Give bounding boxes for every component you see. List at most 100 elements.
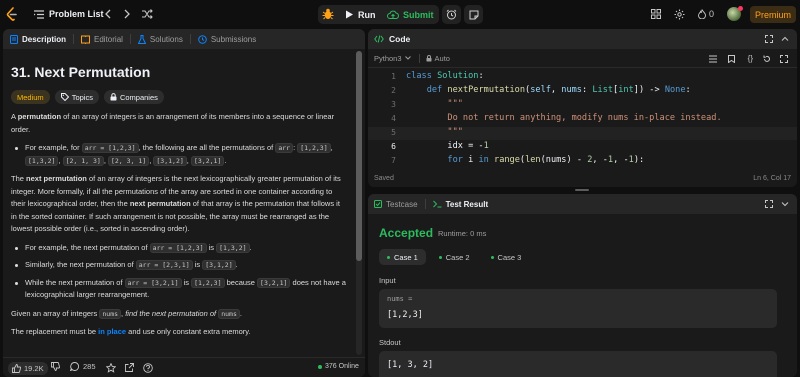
inline-code: [3,1,2] bbox=[202, 260, 236, 270]
help-question-icon[interactable] bbox=[143, 363, 153, 373]
like-button[interactable]: 19.2K bbox=[8, 362, 48, 375]
fullscreen-icon[interactable] bbox=[780, 55, 788, 63]
companies-chip[interactable]: Companies bbox=[103, 90, 164, 104]
tab-test-result[interactable]: Test Result bbox=[432, 199, 489, 209]
language-select[interactable]: Python3 bbox=[374, 54, 411, 63]
notification-dot bbox=[738, 6, 743, 11]
expand-icon[interactable] bbox=[765, 200, 773, 208]
chevron-up-icon[interactable] bbox=[781, 35, 789, 43]
text: . bbox=[239, 308, 242, 318]
run-label: Run bbox=[358, 9, 376, 20]
text: Similarly, the next permutation of bbox=[25, 260, 136, 269]
format-lines-icon[interactable] bbox=[709, 55, 717, 63]
text: and use only constant extra memory. bbox=[126, 327, 251, 336]
text: The replacement must be bbox=[11, 327, 99, 336]
problem-list-label: Problem List bbox=[49, 9, 104, 19]
description-tab-bar: Description Editorial Solutions Submissi… bbox=[3, 29, 365, 49]
tab-editorial[interactable]: Editorial bbox=[81, 35, 123, 44]
topics-chip[interactable]: Topics bbox=[54, 90, 99, 104]
share-icon[interactable] bbox=[125, 363, 134, 372]
description-scrollbar[interactable] bbox=[356, 51, 362, 355]
case-tab-3[interactable]: Case 3 bbox=[483, 249, 530, 265]
in-place-link[interactable]: in place bbox=[98, 327, 126, 336]
tab-divider bbox=[189, 34, 191, 44]
pass-dot bbox=[490, 255, 494, 259]
alarm-clock-icon bbox=[446, 9, 457, 20]
star-icon[interactable] bbox=[106, 363, 116, 373]
thumbs-up-icon bbox=[12, 364, 21, 373]
tab-description[interactable]: Description bbox=[10, 34, 66, 44]
online-count: 376 Online bbox=[318, 363, 359, 370]
input-variable: nums = bbox=[387, 295, 413, 303]
case-tab-1[interactable]: Case 1 bbox=[379, 249, 426, 265]
text: is bbox=[181, 277, 192, 287]
test-result-content: Accepted Runtime: 0 ms Case 1 Case 2 Cas… bbox=[368, 214, 797, 377]
tab-testcase[interactable]: Testcase bbox=[374, 200, 418, 209]
text: because bbox=[224, 277, 258, 287]
shuffle-icon[interactable] bbox=[142, 9, 153, 19]
notes-button[interactable] bbox=[464, 5, 483, 24]
streak-counter[interactable]: 0 bbox=[698, 9, 714, 19]
tag-icon bbox=[60, 93, 69, 101]
code-editor-panel: Code Python3 Auto {} 1 2 3 4 5 6 7 class… bbox=[368, 29, 797, 187]
prev-problem-icon[interactable] bbox=[104, 9, 112, 19]
inline-code: nums bbox=[99, 308, 122, 319]
line-number: 6 bbox=[391, 142, 396, 151]
code-editor[interactable]: 1 2 3 4 5 6 7 class Solution: def nextPe… bbox=[368, 71, 797, 166]
lock-icon bbox=[110, 93, 117, 101]
code-line: class Solution: bbox=[406, 71, 484, 81]
case-label: Case 1 bbox=[394, 252, 418, 262]
debug-bug-icon[interactable] bbox=[322, 8, 334, 20]
text-italic: find the next permutation of bbox=[125, 308, 217, 318]
thumbs-down-icon[interactable] bbox=[51, 362, 60, 371]
bullet bbox=[15, 246, 18, 250]
grid-apps-icon[interactable] bbox=[651, 9, 661, 19]
text: is bbox=[192, 260, 203, 269]
tab-submissions-label: Submissions bbox=[210, 34, 257, 44]
bookmark-icon[interactable] bbox=[728, 55, 735, 63]
premium-button[interactable]: Premium bbox=[750, 6, 796, 23]
case-label: Case 3 bbox=[497, 252, 522, 262]
inline-code: arr = [1,2,3] bbox=[149, 242, 207, 253]
line-number: 7 bbox=[391, 156, 396, 165]
text: is bbox=[206, 242, 217, 252]
toolbar-divider bbox=[418, 53, 420, 63]
braces-icon[interactable]: {} bbox=[748, 54, 753, 63]
run-button[interactable]: Run bbox=[340, 5, 380, 24]
inline-code: [3,1,2] bbox=[153, 155, 187, 166]
code-toolbar: Python3 Auto {} bbox=[368, 49, 797, 68]
flask-icon bbox=[137, 34, 146, 44]
code-title: Code bbox=[389, 34, 411, 44]
next-problem-icon[interactable] bbox=[123, 9, 131, 19]
inline-code: [1,2,3] bbox=[191, 277, 225, 288]
expand-icon[interactable] bbox=[765, 35, 773, 43]
panel-resize-handle[interactable] bbox=[575, 189, 589, 191]
cursor-position: Ln 6, Col 17 bbox=[753, 174, 791, 182]
settings-gear-icon[interactable] bbox=[674, 9, 685, 20]
timer-button[interactable] bbox=[442, 5, 461, 24]
difficulty-badge: Medium bbox=[11, 90, 50, 104]
tab-solutions[interactable]: Solutions bbox=[137, 34, 183, 44]
list-item: While the next permutation of arr = [3,2… bbox=[11, 277, 347, 302]
pass-dot bbox=[438, 255, 442, 259]
submit-button[interactable]: Submit bbox=[381, 5, 438, 24]
reset-icon[interactable] bbox=[763, 55, 771, 63]
line-number: 4 bbox=[391, 114, 396, 123]
tab-test-result-label: Test Result bbox=[445, 199, 489, 209]
chevron-down-icon[interactable] bbox=[781, 200, 789, 208]
code-line: for i in range(len(nums) - 2, -1, -1): bbox=[447, 155, 645, 165]
line-number: 1 bbox=[391, 72, 396, 81]
problem-list-button[interactable]: Problem List bbox=[34, 9, 104, 19]
auto-mode-toggle[interactable]: Auto bbox=[426, 54, 450, 63]
case-tab-2[interactable]: Case 2 bbox=[431, 249, 478, 265]
scrollbar-thumb[interactable] bbox=[356, 51, 362, 261]
input-value: [1,2,3] bbox=[387, 310, 423, 320]
leetcode-logo-icon[interactable] bbox=[6, 7, 18, 21]
tab-divider bbox=[129, 34, 131, 44]
comments-button[interactable]: 285 bbox=[70, 362, 96, 371]
document-icon bbox=[10, 34, 18, 44]
tab-submissions[interactable]: Submissions bbox=[198, 35, 256, 44]
code-line: def nextPermutation(self, nums: List[int… bbox=[426, 85, 691, 95]
comment-bubble-icon bbox=[70, 362, 79, 371]
case-label: Case 2 bbox=[445, 252, 470, 262]
